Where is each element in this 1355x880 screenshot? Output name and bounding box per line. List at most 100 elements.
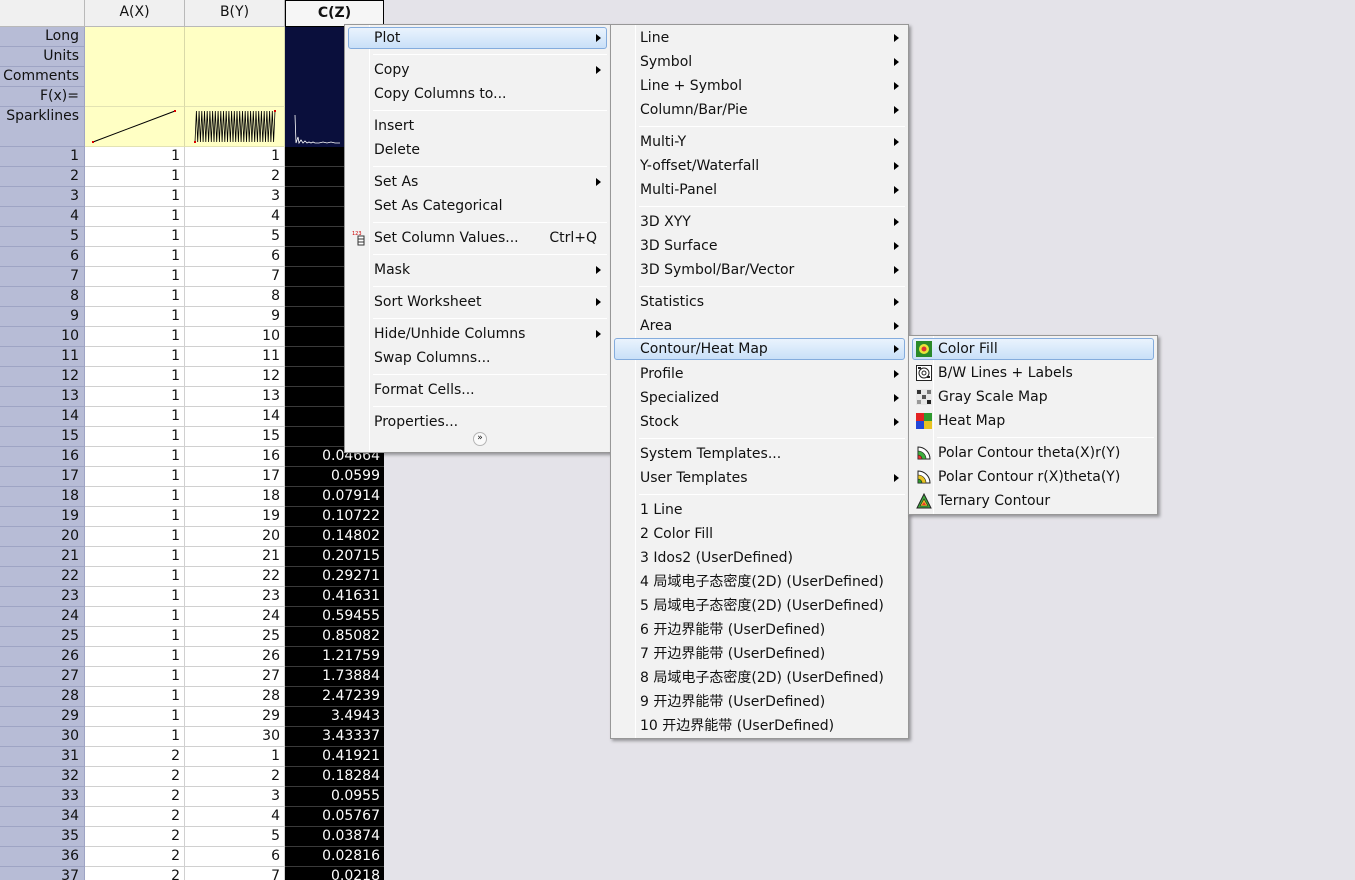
cell-a[interactable]: 1 [85, 267, 185, 287]
cell-c[interactable]: 0.02816 [285, 847, 384, 867]
row-number-cell[interactable]: 21 [0, 547, 85, 567]
cell-c[interactable]: 0.14802 [285, 527, 384, 547]
cell-b[interactable]: 4 [185, 807, 285, 827]
cell-b[interactable]: 2 [185, 767, 285, 787]
menu-item-swap-columns[interactable]: Swap Columns... [348, 347, 607, 369]
row-number-cell[interactable]: 8 [0, 287, 85, 307]
cell-b[interactable]: 30 [185, 727, 285, 747]
cell-a[interactable]: 1 [85, 307, 185, 327]
cell-a[interactable]: 1 [85, 167, 185, 187]
row-number-cell[interactable]: 31 [0, 747, 85, 767]
cell-c[interactable]: 0.0218 [285, 867, 384, 880]
contour-item-polar-contour-theta-r[interactable]: Polar Contour theta(X)r(Y) [912, 442, 1154, 464]
plot-item-3d-symbol-bar-vector[interactable]: 3D Symbol/Bar/Vector [614, 259, 905, 281]
menu-item-copy[interactable]: Copy [348, 59, 607, 81]
cell-c[interactable]: 0.41631 [285, 587, 384, 607]
row-number-cell[interactable]: 19 [0, 507, 85, 527]
cell-b[interactable]: 28 [185, 687, 285, 707]
cell-b[interactable]: 11 [185, 347, 285, 367]
menu-item-properties[interactable]: Properties... [348, 411, 607, 433]
cell-b[interactable]: 29 [185, 707, 285, 727]
cell-c[interactable]: 0.41921 [285, 747, 384, 767]
plot-item-contour-heat-map[interactable]: Contour/Heat Map [614, 338, 905, 360]
row-number-cell[interactable]: 35 [0, 827, 85, 847]
cell-a[interactable]: 1 [85, 287, 185, 307]
cell-b[interactable]: 17 [185, 467, 285, 487]
cell-b[interactable]: 3 [185, 187, 285, 207]
cell-a[interactable]: 1 [85, 447, 185, 467]
menu-item-sort-worksheet[interactable]: Sort Worksheet [348, 291, 607, 313]
row-number-cell[interactable]: 26 [0, 647, 85, 667]
contour-item-bw-lines-labels[interactable]: B/W Lines + Labels [912, 362, 1154, 384]
row-number-cell[interactable]: 33 [0, 787, 85, 807]
row-number-cell[interactable]: 4 [0, 207, 85, 227]
row-number-cell[interactable]: 6 [0, 247, 85, 267]
row-number-cell[interactable]: 3 [0, 187, 85, 207]
row-number-cell[interactable]: 9 [0, 307, 85, 327]
sparkline-a[interactable] [85, 107, 185, 147]
menu-item-set-as-categorical[interactable]: Set As Categorical [348, 195, 607, 217]
row-number-cell[interactable]: 23 [0, 587, 85, 607]
row-number-cell[interactable]: 22 [0, 567, 85, 587]
cell-b[interactable]: 4 [185, 207, 285, 227]
cell-b[interactable]: 18 [185, 487, 285, 507]
cell-c[interactable]: 0.0955 [285, 787, 384, 807]
cell-a[interactable]: 2 [85, 747, 185, 767]
cell-b[interactable]: 5 [185, 827, 285, 847]
menu-item-insert[interactable]: Insert [348, 115, 607, 137]
cell-b[interactable]: 9 [185, 307, 285, 327]
cell-c[interactable]: 1.21759 [285, 647, 384, 667]
cell-a[interactable]: 2 [85, 827, 185, 847]
cell-a[interactable]: 2 [85, 767, 185, 787]
row-number-cell[interactable]: 7 [0, 267, 85, 287]
cell-c[interactable]: 0.10722 [285, 507, 384, 527]
plot-recent-item[interactable]: 4 局域电子态密度(2D) (UserDefined) [614, 571, 905, 593]
row-number-cell[interactable]: 27 [0, 667, 85, 687]
row-number-cell[interactable]: 15 [0, 427, 85, 447]
cell-a[interactable]: 1 [85, 347, 185, 367]
cell-b[interactable]: 22 [185, 567, 285, 587]
cell-b[interactable]: 21 [185, 547, 285, 567]
cell-a[interactable]: 1 [85, 667, 185, 687]
cell-b[interactable]: 19 [185, 507, 285, 527]
plot-item-3d-surface[interactable]: 3D Surface [614, 235, 905, 257]
plot-recent-item[interactable]: 2 Color Fill [614, 523, 905, 545]
cell-c[interactable]: 3.43337 [285, 727, 384, 747]
menu-item-copy-columns-to[interactable]: Copy Columns to... [348, 83, 607, 105]
expand-menu-chevron-icon[interactable]: » [473, 432, 487, 446]
menu-item-delete[interactable]: Delete [348, 139, 607, 161]
cell-a[interactable]: 1 [85, 587, 185, 607]
plot-item-statistics[interactable]: Statistics [614, 291, 905, 313]
row-number-cell[interactable]: 16 [0, 447, 85, 467]
row-number-cell[interactable]: 20 [0, 527, 85, 547]
cell-b[interactable]: 1 [185, 147, 285, 167]
cell-b[interactable]: 16 [185, 447, 285, 467]
plot-item-multi-y[interactable]: Multi-Y [614, 131, 905, 153]
plot-item-symbol[interactable]: Symbol [614, 51, 905, 73]
cell-a[interactable]: 2 [85, 787, 185, 807]
cell-c[interactable]: 0.29271 [285, 567, 384, 587]
plot-recent-item[interactable]: 1 Line [614, 499, 905, 521]
row-number-cell[interactable]: 1 [0, 147, 85, 167]
cell-b[interactable]: 13 [185, 387, 285, 407]
cell-a[interactable]: 1 [85, 567, 185, 587]
cell-c[interactable]: 0.18284 [285, 767, 384, 787]
plot-item-y-offset-waterfall[interactable]: Y-offset/Waterfall [614, 155, 905, 177]
column-header-b[interactable]: B(Y) [185, 0, 285, 27]
cell-a[interactable]: 1 [85, 607, 185, 627]
cell-c[interactable]: 0.59455 [285, 607, 384, 627]
row-number-cell[interactable]: 10 [0, 327, 85, 347]
cell-c[interactable]: 3.4943 [285, 707, 384, 727]
cell-c[interactable]: 0.0599 [285, 467, 384, 487]
cell-b[interactable]: 6 [185, 247, 285, 267]
sparkline-b[interactable] [185, 107, 285, 147]
plot-item-line-symbol[interactable]: Line + Symbol [614, 75, 905, 97]
cell-a[interactable]: 1 [85, 647, 185, 667]
cell-b[interactable]: 25 [185, 627, 285, 647]
row-number-cell[interactable]: 11 [0, 347, 85, 367]
menu-item-mask[interactable]: Mask [348, 259, 607, 281]
cell-b[interactable]: 7 [185, 267, 285, 287]
row-number-cell[interactable]: 17 [0, 467, 85, 487]
cell-a[interactable]: 1 [85, 527, 185, 547]
cell-a[interactable]: 1 [85, 467, 185, 487]
